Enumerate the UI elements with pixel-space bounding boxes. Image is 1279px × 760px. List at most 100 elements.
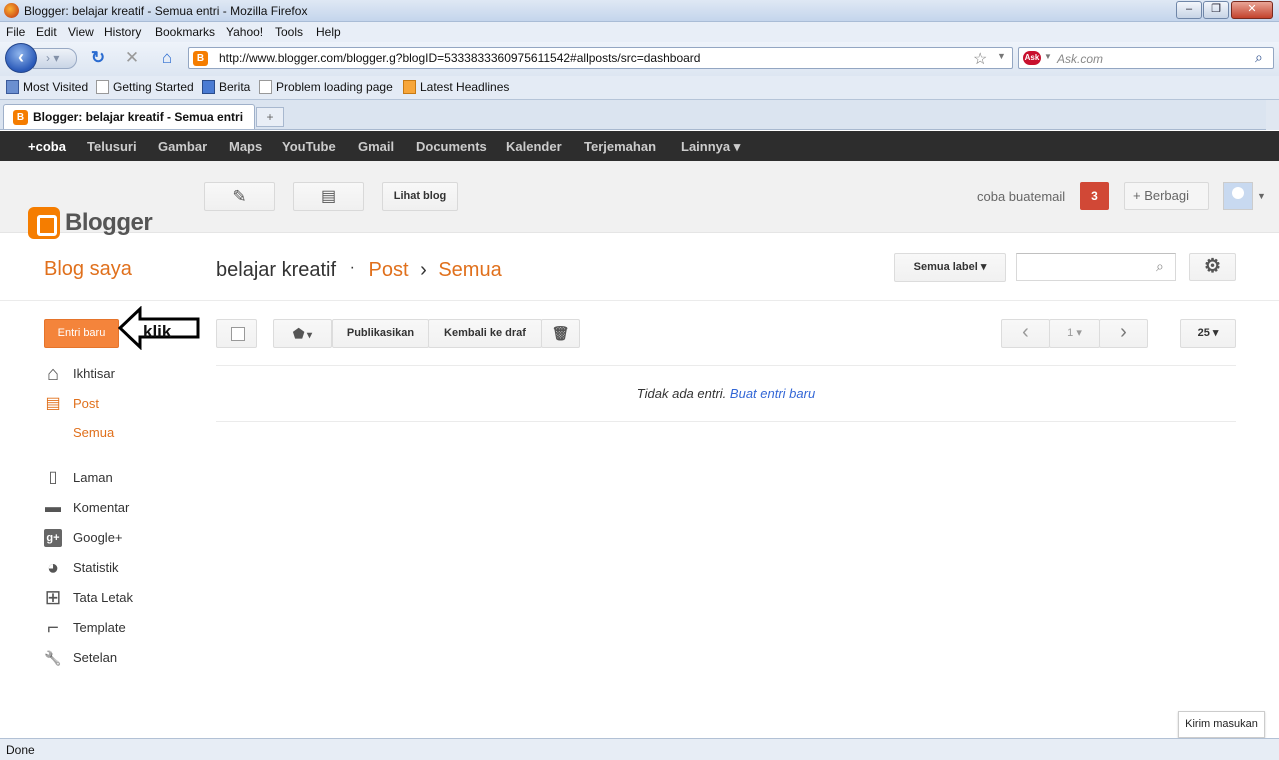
ask-search-input[interactable]: Ask.com [1057, 52, 1103, 66]
tab-label: Blogger: belajar kreatif - Semua entri [33, 110, 244, 124]
label-menu-button[interactable]: ⬟ ▾ [273, 319, 332, 348]
reload-icon[interactable]: ↻ [88, 48, 108, 68]
send-feedback-button[interactable]: Kirim masukan [1178, 711, 1265, 738]
notification-badge[interactable]: 3 [1080, 182, 1109, 210]
breadcrumb-post[interactable]: Post [369, 259, 409, 281]
menu-yahoo[interactable]: Yahoo! [226, 25, 263, 39]
divider [0, 300, 1279, 301]
tag-icon: ⬟ [292, 326, 305, 341]
window-title: Blogger: belajar kreatif - Semua entri -… [24, 4, 308, 18]
gbar-kalender[interactable]: Kalender [506, 139, 562, 154]
annotation-klik-label: klik [143, 322, 172, 341]
gbar-gmail[interactable]: Gmail [358, 139, 394, 154]
revert-to-draft-button[interactable]: Kembali ke draf [428, 319, 542, 348]
per-page-select[interactable]: 25 ▾ [1180, 319, 1236, 348]
ask-logo-icon[interactable]: Ask [1023, 51, 1041, 65]
bookmark-star-icon[interactable]: ☆ [973, 49, 987, 69]
url-text[interactable]: http://www.blogger.com/blogger.g?blogID=… [219, 51, 700, 65]
menu-bookmarks[interactable]: Bookmarks [155, 25, 215, 39]
select-all-checkbox[interactable] [216, 319, 257, 348]
label-filter-dropdown[interactable]: Semua label ▾ [894, 253, 1006, 282]
menu-view[interactable]: View [68, 25, 94, 39]
stats-icon: ◕ [46, 557, 60, 579]
bookmark-label: Most Visited [23, 80, 89, 94]
gbar-gambar[interactable]: Gambar [158, 139, 207, 154]
tab-blogger[interactable]: B Blogger: belajar kreatif - Semua entri [3, 104, 255, 129]
maximize-button[interactable]: ❐ [1203, 1, 1229, 19]
bookmark-berita[interactable]: Berita [202, 80, 250, 94]
minimize-button[interactable]: – [1176, 1, 1202, 19]
user-name[interactable]: coba buatemail [977, 189, 1065, 204]
blogger-favicon-icon: B [13, 110, 28, 125]
comment-icon: ▬ [45, 499, 61, 516]
tab-scroll [1266, 100, 1279, 130]
google-bar: +coba Telusuri Gambar Maps YouTube Gmail… [0, 131, 1279, 161]
forward-button[interactable]: › ▾ [33, 48, 77, 69]
bookmark-latest-headlines[interactable]: Latest Headlines [403, 80, 509, 94]
menu-file[interactable]: File [6, 25, 25, 39]
menu-history[interactable]: History [104, 25, 141, 39]
bookmark-getting-started[interactable]: Getting Started [96, 80, 194, 94]
home-icon[interactable]: ⌂ [157, 48, 177, 68]
share-button[interactable]: + Berbagi [1124, 182, 1209, 210]
gbar-coba[interactable]: +coba [28, 139, 66, 154]
gbar-documents[interactable]: Documents [416, 139, 487, 154]
close-button[interactable]: ✕ [1231, 1, 1273, 19]
menu-edit[interactable]: Edit [36, 25, 57, 39]
sidebar-item-label: Ikhtisar [73, 366, 115, 381]
blogger-favicon-icon: B [193, 51, 208, 66]
new-post-pencil-button[interactable]: ✎ [204, 182, 275, 211]
back-button[interactable]: ‹ [5, 43, 37, 73]
page-select[interactable]: 1 ▾ [1049, 319, 1100, 348]
search-icon[interactable]: ⌕ [1156, 258, 1164, 275]
menu-tools[interactable]: Tools [275, 25, 303, 39]
next-page-button[interactable]: › [1099, 319, 1148, 348]
avatar-dropdown-icon[interactable]: ▼ [1257, 191, 1266, 201]
url-dropdown-icon[interactable]: ▼ [997, 51, 1006, 61]
settings-gear-button[interactable]: ⚙ [1189, 253, 1236, 281]
sidebar-item-label: Setelan [73, 650, 118, 665]
post-search-input[interactable]: ⌕ [1016, 253, 1176, 281]
sidebar-item-label: Laman [73, 470, 113, 485]
empty-state: Tidak ada entri. Buat entri baru [216, 386, 1236, 401]
sidebar-item-label: Tata Letak [73, 590, 133, 605]
menu-bar: File Edit View History Bookmarks Yahoo! … [0, 22, 1279, 42]
delete-button[interactable]: 🗑 [541, 319, 580, 348]
page-icon [259, 80, 272, 94]
gbar-telusuri[interactable]: Telusuri [87, 139, 137, 154]
blogger-logo-text: Blogger [65, 209, 153, 236]
gbar-maps[interactable]: Maps [229, 139, 262, 154]
bookmark-problem-loading[interactable]: Problem loading page [259, 80, 393, 94]
trash-icon: 🗑 [551, 325, 570, 341]
breadcrumb-blog[interactable]: belajar kreatif [216, 259, 336, 281]
gbar-lainnya[interactable]: Lainnya ▾ [681, 139, 740, 155]
url-bar[interactable]: B http://www.blogger.com/blogger.g?blogI… [188, 47, 1013, 69]
avatar[interactable] [1223, 182, 1253, 210]
publish-button[interactable]: Publikasikan [332, 319, 429, 348]
stop-icon[interactable]: ✕ [122, 48, 142, 68]
prev-page-button[interactable]: ‹ [1001, 319, 1050, 348]
search-icon[interactable]: ⌕ [1255, 49, 1263, 66]
empty-state-text: Tidak ada entri. [636, 386, 727, 401]
google-plus-icon: g+ [44, 529, 62, 547]
posts-list-button[interactable]: ▤ [293, 182, 364, 211]
layout-icon: ⊞ [44, 587, 62, 609]
bookmark-label: Latest Headlines [420, 80, 510, 94]
new-tab-button[interactable]: + [256, 107, 284, 127]
bookmark-most-visited[interactable]: Most Visited [6, 80, 88, 94]
new-post-button[interactable]: Entri baru [44, 319, 119, 348]
my-blogs-link[interactable]: Blog saya [44, 258, 132, 281]
status-bar: Done [0, 738, 1279, 760]
divider [216, 365, 1236, 366]
firefox-logo-icon [4, 3, 19, 18]
bookmark-label: Berita [219, 80, 251, 94]
gbar-terjemahan[interactable]: Terjemahan [584, 139, 656, 154]
create-post-link[interactable]: Buat entri baru [730, 386, 815, 401]
ask-search-bar[interactable]: Ask ▼ Ask.com ⌕ [1018, 47, 1274, 69]
menu-help[interactable]: Help [316, 25, 341, 39]
view-blog-button[interactable]: Lihat blog [382, 182, 458, 211]
breadcrumb: belajar kreatif · Post › Semua [216, 259, 502, 282]
blogger-logo-icon [28, 207, 60, 239]
ask-dropdown-icon[interactable]: ▼ [1044, 52, 1052, 61]
gbar-youtube[interactable]: YouTube [282, 139, 336, 154]
